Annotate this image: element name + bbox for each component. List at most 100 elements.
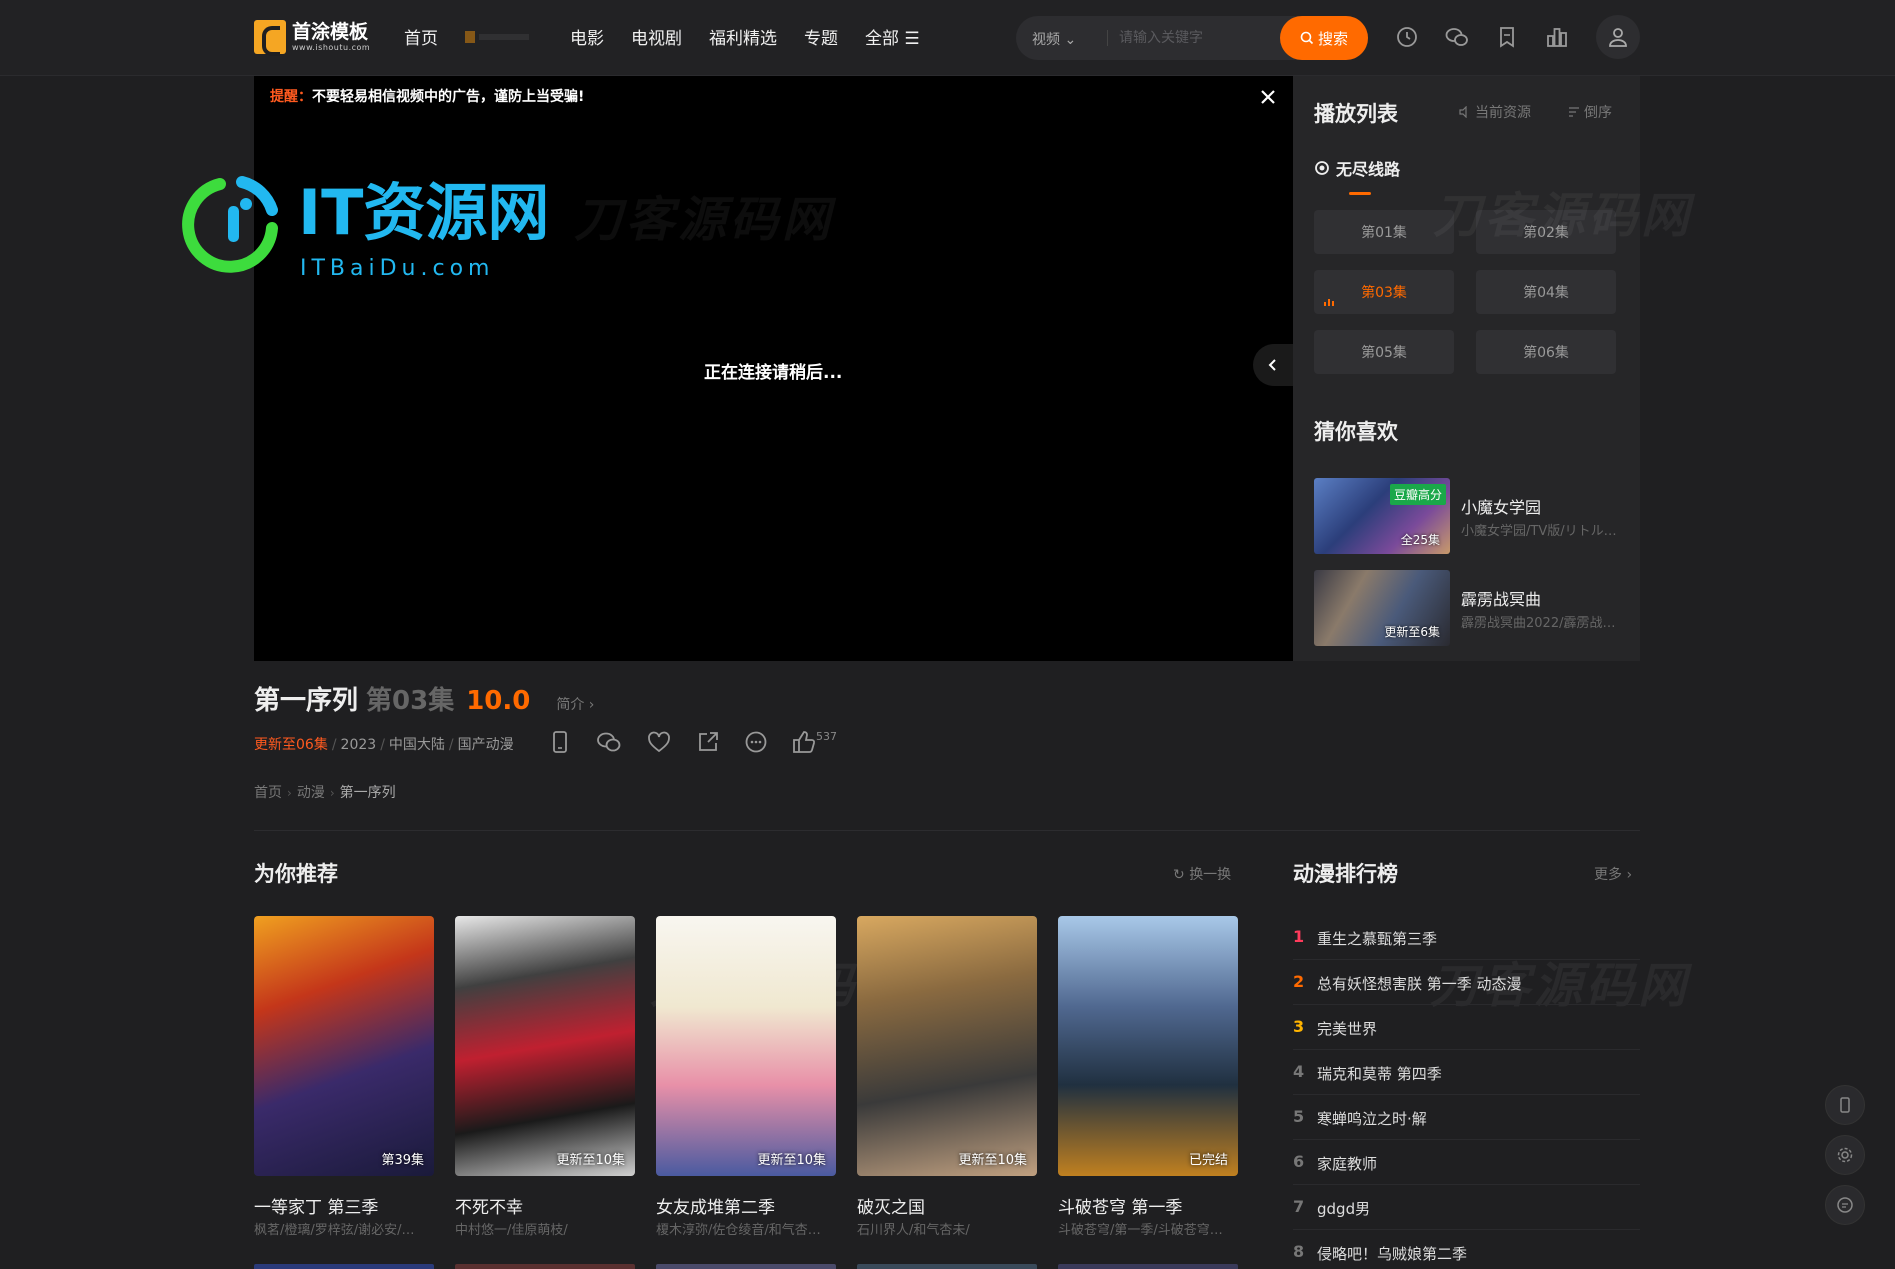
main-nav: 首页 电影 电视剧 福利精选 专题 全部 ☰ — [404, 24, 947, 49]
refresh-button[interactable]: ↻ 换一换 — [1173, 864, 1231, 884]
search-type-select[interactable]: 视频 ⌄ — [1032, 29, 1076, 49]
source-tab-indicator — [1349, 192, 1371, 195]
guess-name: 小魔女学园 — [1461, 498, 1542, 517]
bookmark-icon[interactable] — [1494, 24, 1520, 50]
ranking-title: 动漫排行榜 — [1293, 862, 1398, 886]
playlist-toggle-button[interactable] — [1253, 344, 1293, 386]
nav-item-home[interactable]: 首页 — [404, 24, 438, 49]
card-desc: 斗破苍穹/第一季/斗破苍穹… — [1058, 1223, 1223, 1238]
sort-icon — [1569, 107, 1579, 117]
it-logo-subtitle: ITBaiDu.com — [300, 256, 495, 281]
reverse-order-button[interactable]: 倒序 — [1568, 102, 1612, 122]
search-input[interactable] — [1119, 26, 1279, 50]
nav-item-tv[interactable]: 电视剧 — [631, 24, 682, 49]
search-button[interactable]: 搜索 — [1280, 16, 1368, 60]
float-mobile-button[interactable] — [1825, 1085, 1865, 1125]
logo-title: 首涂模板 — [292, 21, 369, 43]
ranking-item[interactable]: 1 重生之慕甄第三季 — [1293, 915, 1640, 960]
wechat-icon[interactable] — [1444, 24, 1470, 50]
nav-ad-banner[interactable] — [465, 29, 537, 45]
ranking-item[interactable]: 6 家庭教师 — [1293, 1140, 1640, 1185]
float-settings-button[interactable] — [1825, 1135, 1865, 1175]
guess-you-like-title: 猜你喜欢 — [1314, 420, 1398, 444]
site-logo[interactable]: 首涂模板 www.ishoutu.com — [254, 20, 370, 56]
rank-number: 2 — [1293, 972, 1305, 991]
ranking-icon[interactable] — [1544, 24, 1570, 50]
mobile-icon — [1840, 1097, 1850, 1113]
wechat-share-icon[interactable] — [595, 728, 623, 756]
video-title: 第一序列 — [254, 686, 359, 716]
card-poster: 更新至10集 — [857, 916, 1037, 1176]
rank-number: 8 — [1293, 1242, 1305, 1261]
float-feedback-button[interactable] — [1825, 1185, 1865, 1225]
search-box: 视频 ⌄ 搜索 — [1016, 16, 1368, 60]
guess-item[interactable]: 更新至6集 霹雳战冥曲 霹雳战冥曲2022/霹雳战冥曲 — [1314, 570, 1624, 646]
logo-mark-icon — [254, 20, 286, 56]
nav-item-all[interactable]: 全部 ☰ — [865, 24, 920, 49]
breadcrumb-category[interactable]: 动漫 — [297, 785, 325, 801]
favorite-heart-icon[interactable] — [645, 728, 673, 756]
next-row-poster — [656, 1264, 836, 1269]
episode-button[interactable]: 第04集 — [1476, 270, 1616, 314]
intro-link[interactable]: 简介 › — [556, 694, 594, 714]
guess-desc: 小魔女学园/TV版/リトルウィッチアカデミア — [1461, 524, 1621, 539]
nav-item-movie[interactable]: 电影 — [570, 24, 604, 49]
breadcrumb-current: 第一序列 — [339, 785, 396, 801]
radio-target-icon — [1315, 161, 1329, 175]
ranking-more-link[interactable]: 更多 › — [1594, 864, 1632, 884]
video-region[interactable]: 中国大陆 — [389, 737, 445, 753]
video-category[interactable]: 国产动漫 — [458, 737, 514, 753]
rank-name: 侵略吧！乌贼娘第二季 — [1317, 1245, 1468, 1263]
close-icon[interactable] — [1257, 86, 1279, 108]
rank-name: 家庭教师 — [1317, 1155, 1378, 1173]
ranking-item[interactable]: 8 侵略吧！乌贼娘第二季 — [1293, 1230, 1640, 1269]
rank-number: 5 — [1293, 1107, 1305, 1126]
card-status: 第39集 — [381, 1153, 424, 1168]
it-resource-logo: IT资源网 ITBaiDu.com — [180, 170, 590, 285]
rank-name: 瑞克和莫蒂 第四季 — [1317, 1065, 1442, 1083]
rank-number: 1 — [1293, 927, 1305, 946]
next-row-poster — [455, 1264, 635, 1269]
breadcrumb: 首页 › 动漫 › 第一序列 — [254, 785, 396, 801]
chevron-left-icon — [1268, 359, 1276, 371]
nav-item-topic[interactable]: 专题 — [804, 24, 838, 49]
player-warning: 提醒：不要轻易相信视频中的广告，谨防上当受骗! — [270, 89, 585, 105]
card-status: 已完结 — [1188, 1153, 1228, 1168]
power-ring-icon — [182, 176, 278, 273]
episode-button-active[interactable]: 第03集 — [1314, 270, 1454, 314]
video-year[interactable]: 2023 — [341, 737, 377, 753]
guess-item[interactable]: 豆瓣高分 全25集 小魔女学园 小魔女学园/TV版/リトルウィッチアカデミア — [1314, 478, 1624, 554]
video-player[interactable]: 提醒：不要轻易相信视频中的广告，谨防上当受骗! 刀客源码网 正在连接请稍后... — [254, 76, 1293, 661]
card-poster: 已完结 — [1058, 916, 1238, 1176]
ranking-item[interactable]: 7 gdgd男 — [1293, 1185, 1640, 1230]
comment-icon[interactable] — [742, 728, 770, 756]
next-row-poster — [857, 1264, 1037, 1269]
current-source-button[interactable]: 当前资源 — [1459, 102, 1531, 122]
ranking-item[interactable]: 4 瑞克和莫蒂 第四季 — [1293, 1050, 1640, 1095]
card-desc: 榎木淳弥/佐仓绫音/和气杏… — [656, 1223, 821, 1238]
ranking-item[interactable]: 2 总有妖怪想害朕 第一季 动态漫 — [1293, 960, 1640, 1005]
nav-item-welfare[interactable]: 福利精选 — [709, 24, 777, 49]
mobile-icon[interactable] — [546, 728, 574, 756]
playlist-title: 播放列表 — [1314, 102, 1398, 126]
card-poster: 更新至10集 — [656, 916, 836, 1176]
share-icon[interactable] — [694, 728, 722, 756]
episode-button[interactable]: 第05集 — [1314, 330, 1454, 374]
video-title-row: 第一序列 第03集 10.0 简介 › — [254, 680, 594, 717]
card-status: 更新至10集 — [958, 1153, 1027, 1168]
loading-text: 正在连接请稍后... — [704, 363, 843, 383]
playlist-watermark: 刀客源码网 — [1433, 188, 1694, 244]
rank-name: 完美世界 — [1317, 1020, 1378, 1038]
ranking-item[interactable]: 5 寒蝉鸣泣之时·解 — [1293, 1095, 1640, 1140]
guess-thumbnail: 更新至6集 — [1314, 570, 1450, 646]
player-watermark: 刀客源码网 — [574, 192, 835, 248]
history-icon[interactable] — [1394, 24, 1420, 50]
rank-name: 总有妖怪想害朕 第一季 动态漫 — [1317, 975, 1522, 993]
card-title: 斗破苍穹 第一季 — [1058, 1198, 1183, 1218]
ranking-item[interactable]: 3 完美世界 — [1293, 1005, 1640, 1050]
user-avatar-button[interactable] — [1596, 15, 1640, 59]
episode-button[interactable]: 第06集 — [1476, 330, 1616, 374]
source-tab[interactable]: 无尽线路 — [1314, 156, 1400, 180]
thumbs-up-icon[interactable] — [790, 728, 818, 756]
breadcrumb-home[interactable]: 首页 — [254, 785, 282, 801]
